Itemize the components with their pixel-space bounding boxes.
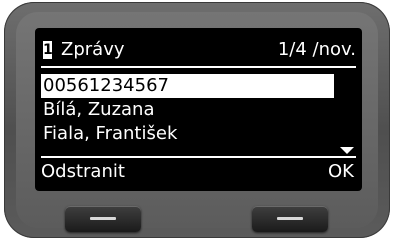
softkey-divider: [41, 156, 356, 158]
list-item[interactable]: 00561234567: [41, 74, 334, 98]
softkey-ok[interactable]: OK: [328, 160, 354, 184]
right-softkey-button[interactable]: [252, 206, 328, 232]
softkey-bar: Odstranit OK: [41, 160, 354, 184]
left-softkey-button[interactable]: [65, 206, 141, 232]
scroll-down-icon: [340, 147, 354, 154]
line-number-badge: 1: [43, 41, 55, 59]
list-item[interactable]: Bílá, Zuzana: [41, 98, 334, 122]
header-divider: [41, 66, 356, 68]
minus-icon: [90, 217, 116, 220]
screen-title: Zprávy: [61, 39, 125, 60]
minus-icon: [277, 217, 303, 220]
softkey-delete[interactable]: Odstranit: [41, 160, 125, 184]
screen-header: 1 Zprávy 1/4 /nov.: [43, 40, 356, 64]
display-screen: 1 Zprávy 1/4 /nov. 00561234567 Bílá, Zuz…: [35, 28, 362, 191]
message-counter: 1/4 /nov.: [277, 39, 356, 60]
list-item[interactable]: Fiala, František: [41, 122, 334, 146]
